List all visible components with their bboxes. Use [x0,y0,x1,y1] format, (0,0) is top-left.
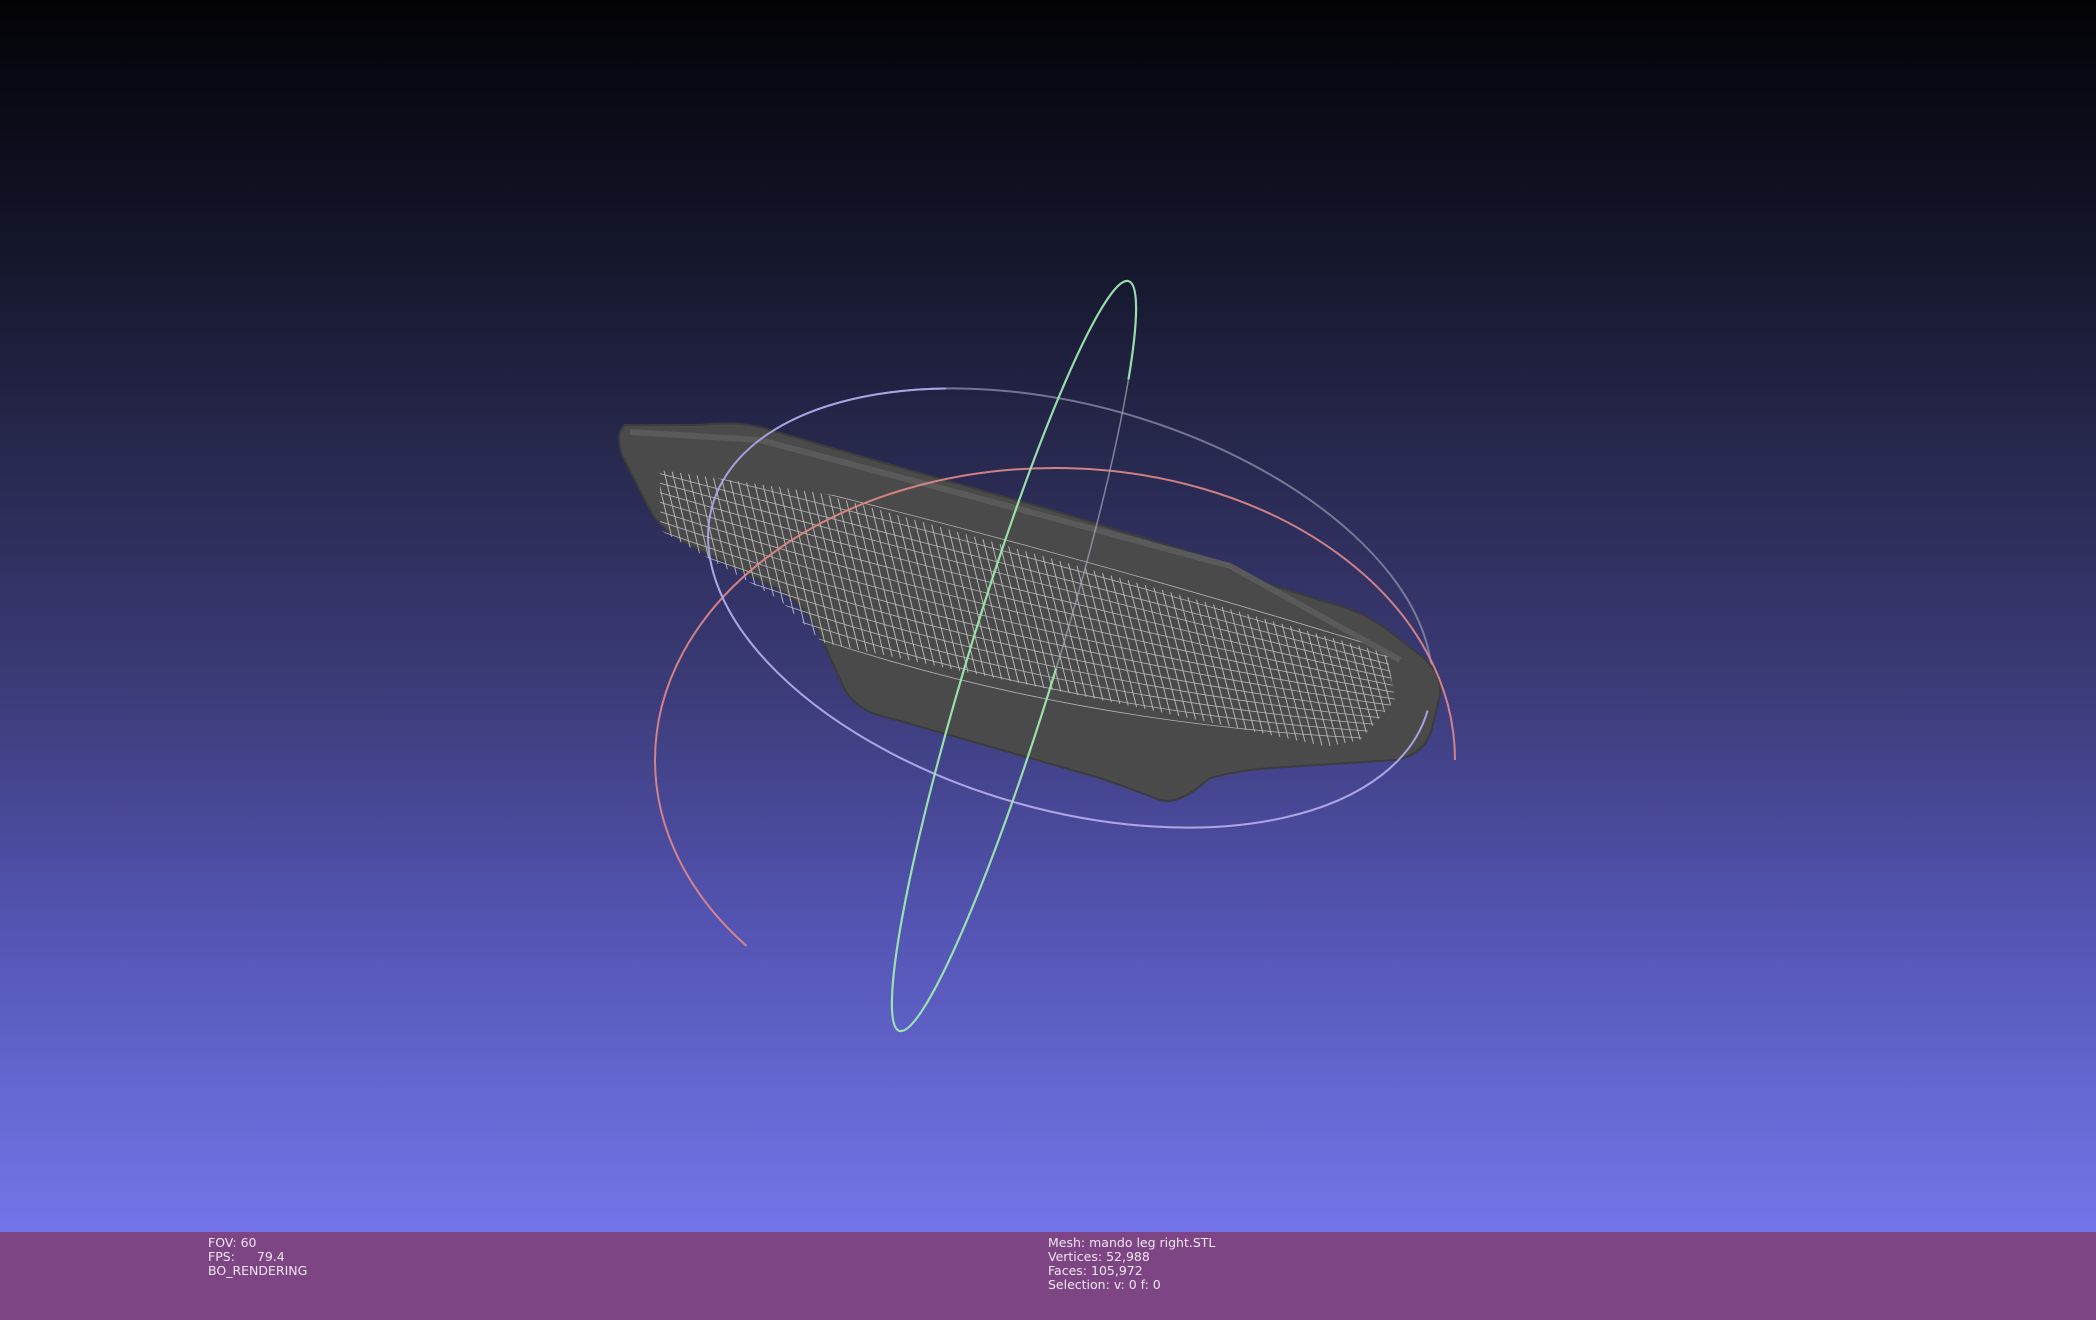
mesh-info: Mesh: mando leg right.STL Vertices: 52,988… [1048,1236,1215,1292]
vertices-line: Vertices: 52,988 [1048,1250,1215,1264]
render-mode-line: BO_RENDERING [208,1264,307,1278]
fov-label: FOV: [208,1235,237,1250]
fov-value: 60 [240,1235,257,1250]
fps-line: FPS: 79.4 [208,1250,307,1264]
faces-value: 105,972 [1091,1263,1143,1278]
mesh-label: Mesh: [1048,1235,1086,1250]
fps-label: FPS: [208,1249,235,1264]
3d-viewport[interactable]: FOV: 60 FPS: 79.4 BO_RENDERING Mesh: mando … [0,0,2096,1320]
mesh-model[interactable] [618,422,1442,802]
vertices-value: 52,988 [1106,1249,1150,1264]
mesh-line: Mesh: mando leg right.STL [1048,1236,1215,1250]
fps-value: 79.4 [256,1249,285,1264]
mesh-name: mando leg right.STL [1089,1235,1216,1250]
selection-value: v: 0 f: 0 [1113,1277,1161,1292]
faces-label: Faces: [1048,1263,1087,1278]
selection-line: Selection: v: 0 f: 0 [1048,1278,1215,1292]
vertices-label: Vertices: [1048,1249,1103,1264]
render-mode: BO_RENDERING [208,1263,308,1278]
faces-line: Faces: 105,972 [1048,1264,1215,1278]
scene-canvas[interactable] [0,0,2096,1232]
fov-line: FOV: 60 [208,1236,307,1250]
selection-label: Selection: [1048,1277,1110,1292]
status-info-bar: FOV: 60 FPS: 79.4 BO_RENDERING Mesh: mando … [0,1232,2096,1320]
view-info: FOV: 60 FPS: 79.4 BO_RENDERING [208,1236,307,1278]
